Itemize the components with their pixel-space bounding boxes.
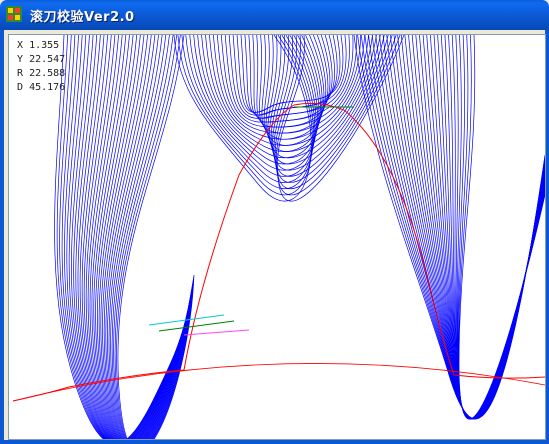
app-window: 滚刀校验Ver2.0 X 1.355 Y 22.547 R 22.588 D 4… [0, 0, 549, 444]
readout-r: R 22.588 [17, 68, 66, 79]
window-frame-left [0, 30, 4, 444]
readout-x: X 1.355 [17, 40, 60, 51]
envelope-curve-right [444, 35, 545, 420]
envelope-curve-crest [244, 35, 347, 116]
readout-y: Y 22.547 [17, 54, 66, 65]
envelope-curve-crest [240, 35, 344, 113]
marker-line-magenta [183, 329, 250, 336]
envelope-curve-right [415, 35, 545, 420]
envelope-curve-right [448, 35, 545, 420]
envelope-curve-left [116, 35, 195, 439]
drawing-canvas[interactable]: X 1.355 Y 22.547 R 22.588 D 45.176 [8, 34, 546, 440]
readout-d: D 45.176 [17, 82, 66, 93]
window-frame-bottom [0, 440, 549, 444]
envelope-curve-right [393, 35, 545, 420]
envelope-curve-right [419, 35, 545, 420]
hob-profile-plot [12, 35, 545, 439]
envelope-curve-right [408, 35, 545, 420]
coordinate-readout: X 1.355 Y 22.547 R 22.588 D 45.176 [17, 39, 65, 95]
window-title: 滚刀校验Ver2.0 [30, 10, 135, 25]
envelope-curve-crest [181, 35, 314, 190]
envelope-curve-right [400, 35, 545, 420]
app-icon [6, 6, 22, 22]
title-bar[interactable]: 滚刀校验Ver2.0 [0, 0, 549, 30]
